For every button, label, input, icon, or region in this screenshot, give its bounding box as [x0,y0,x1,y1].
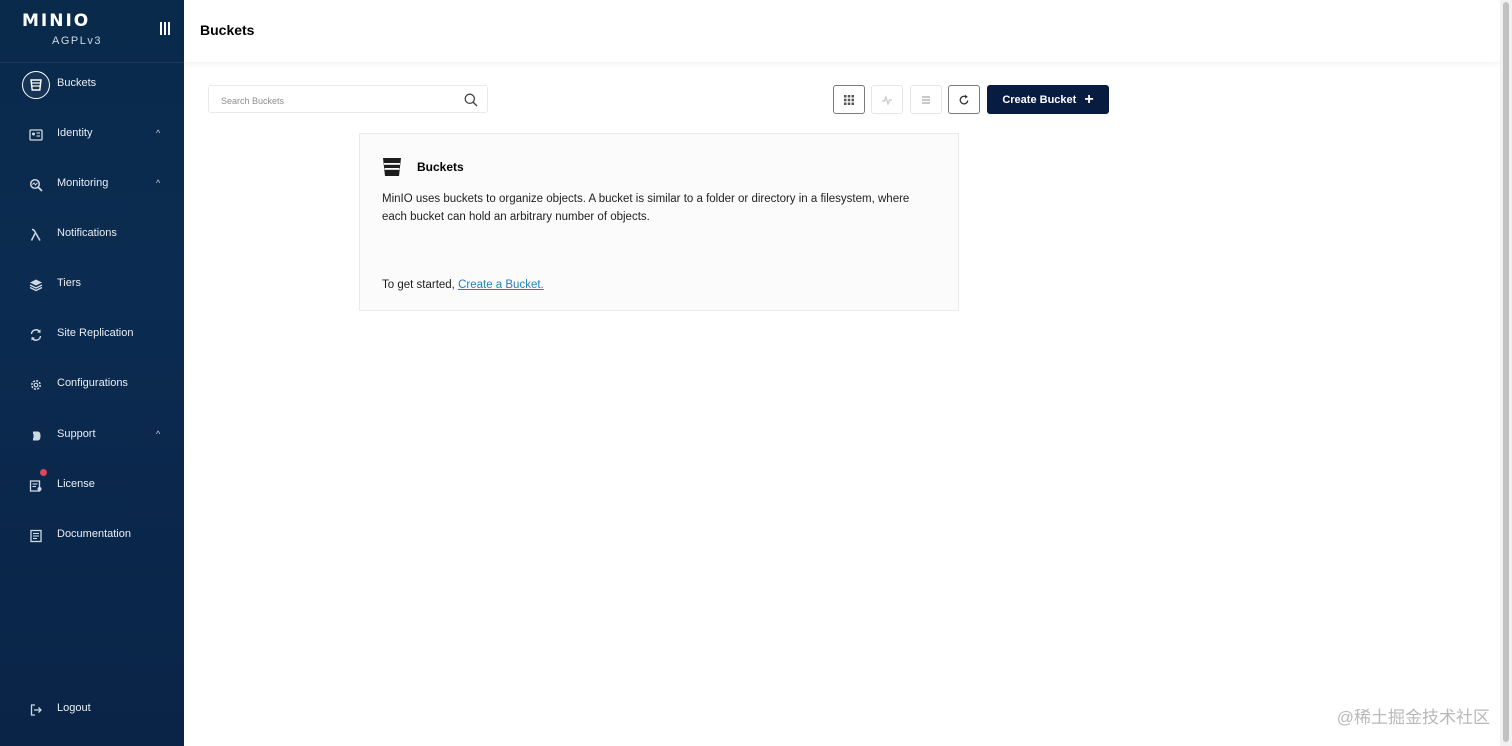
minio-logo: MINIO [22,11,91,31]
sidebar-item-support[interactable]: Support ^ [0,416,184,456]
set-replication-button[interactable] [871,85,903,114]
sidebar-item-label: Support [57,428,96,440]
sidebar: MINIO AGPLv3 Buckets Identity ^ Monitori… [0,0,184,746]
replication-icon [882,94,892,106]
chevron-up-icon[interactable]: ^ [156,429,160,439]
sidebar-item-license[interactable]: License [0,466,184,506]
sidebar-item-logout[interactable]: Logout [0,690,184,730]
license-tag: AGPLv3 [52,35,102,47]
license-icon [22,472,50,500]
stack-icon [922,95,930,104]
scrollbar[interactable] [1500,0,1512,746]
identity-icon [22,121,50,149]
buckets-info-card: Buckets MinIO uses buckets to organize o… [359,133,959,311]
card-description: MinIO uses buckets to organize objects. … [382,193,910,223]
support-icon [22,422,50,450]
gear-icon [22,371,50,399]
collapse-bar-icon [168,22,170,35]
sidebar-item-site-replication[interactable]: Site Replication [0,315,184,355]
card-cta: To get started, Create a Bucket. [382,279,544,291]
set-lifecycle-button[interactable] [910,85,942,114]
sidebar-item-buckets[interactable]: Buckets [0,65,184,105]
sidebar-item-label: Identity [57,127,93,139]
search-icon[interactable] [463,92,479,108]
sidebar-item-label: Logout [57,702,91,714]
sidebar-item-documentation[interactable]: Documentation [0,516,184,556]
plus-icon: + [1084,90,1094,108]
sidebar-item-identity[interactable]: Identity ^ [0,115,184,155]
logout-icon [22,696,50,724]
refresh-button[interactable] [948,85,980,114]
bucket-icon [381,156,403,178]
page-header: Buckets [184,0,1500,62]
collapse-bar-icon [160,22,162,35]
sidebar-item-label: Documentation [57,528,131,540]
grid-view-button[interactable] [833,85,865,114]
sidebar-item-label: Site Replication [57,327,134,339]
sidebar-item-monitoring[interactable]: Monitoring ^ [0,165,184,205]
bucket-icon [22,71,50,99]
create-bucket-link[interactable]: Create a Bucket. [458,279,544,291]
sidebar-item-label: License [57,478,95,490]
sidebar-item-tiers[interactable]: Tiers [0,265,184,305]
search-box [208,85,488,113]
replication-icon [22,321,50,349]
grid-icon [844,94,854,105]
sidebar-item-label: Configurations [57,377,128,389]
chevron-up-icon[interactable]: ^ [156,178,160,188]
notification-dot [40,469,47,476]
create-bucket-label: Create Bucket [1002,93,1077,106]
sidebar-item-configurations[interactable]: Configurations [0,365,184,405]
logo-area: MINIO AGPLv3 [0,0,184,63]
monitoring-icon [22,171,50,199]
sidebar-item-label: Monitoring [57,177,109,189]
watermark: @稀土掘金技术社区 [1336,708,1490,727]
refresh-icon [959,94,969,104]
lambda-icon [22,221,50,249]
tiers-icon [22,271,50,299]
chevron-up-icon[interactable]: ^ [156,128,160,138]
cta-prefix: To get started, [382,279,459,291]
sidebar-item-label: Tiers [57,277,82,289]
search-input[interactable] [219,92,453,110]
collapse-sidebar-button[interactable] [160,22,174,40]
page-title: Buckets [200,22,255,38]
card-title: Buckets [417,160,464,174]
sidebar-item-label: Buckets [57,77,97,89]
documentation-icon [22,522,50,550]
sidebar-item-label: Notifications [57,227,117,239]
sidebar-item-notifications[interactable]: Notifications [0,215,184,255]
collapse-bar-icon [164,22,166,35]
create-bucket-button[interactable]: Create Bucket + [987,85,1109,114]
scrollbar-thumb[interactable] [1503,2,1509,742]
